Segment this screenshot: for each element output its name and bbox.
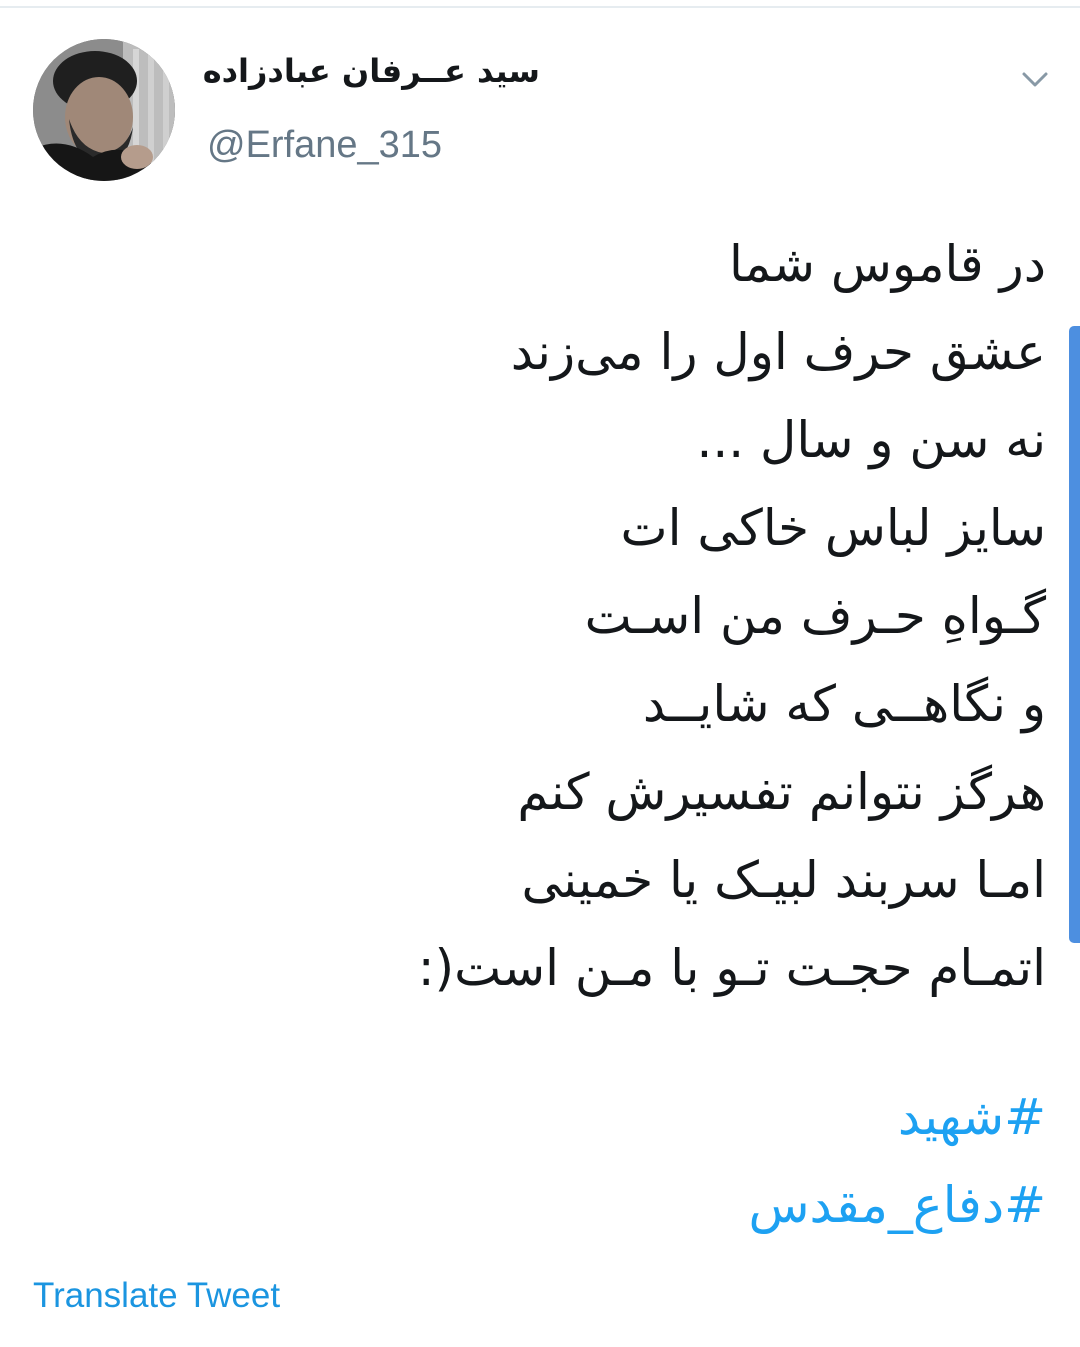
tweet-text-line: امـا سربند لبیـک یا خمینی (521, 851, 1047, 909)
tweet-text-line: اتمـام حجـت تـو با مـن است(: (417, 939, 1046, 997)
tweet-text-line: عشق حرف اول را می‌زند (510, 323, 1046, 381)
tweet-card: سید عــرفان عبادزاده @Erfane_315 در قامو… (0, 0, 1080, 1347)
avatar[interactable] (33, 39, 175, 181)
hashtag-list: #شهید #دفاع_مقدس (749, 1073, 1047, 1249)
avatar-photo (33, 39, 175, 181)
tweet-text: در قاموس شما عشق حرف اول را می‌زند نه سن… (46, 220, 1046, 1012)
scrollbar-thumb[interactable] (1069, 326, 1080, 943)
hashtag-link[interactable]: #شهید (749, 1073, 1046, 1161)
chevron-down-icon[interactable] (1018, 66, 1052, 94)
tweet-text-line: در قاموس شما (728, 235, 1046, 293)
tweet-text-line: سایز لباس خاکی ات (620, 499, 1047, 557)
tweet-text-line: گـواهِ حـرف من اسـت (584, 587, 1046, 645)
hashtag-link[interactable]: #دفاع_مقدس (749, 1161, 1047, 1249)
tweet-text-line: هرگز نتوانم تفسیرش کنم (517, 763, 1046, 821)
author-display-name[interactable]: سید عــرفان عبادزاده (203, 52, 540, 90)
translate-tweet-link[interactable]: Translate Tweet (33, 1276, 280, 1316)
author-handle[interactable]: @Erfane_315 (207, 124, 442, 167)
tweet-text-line: نه سن و سال ... (696, 411, 1046, 469)
tweet-text-line: و نگاهــی که شایــد (642, 675, 1046, 733)
